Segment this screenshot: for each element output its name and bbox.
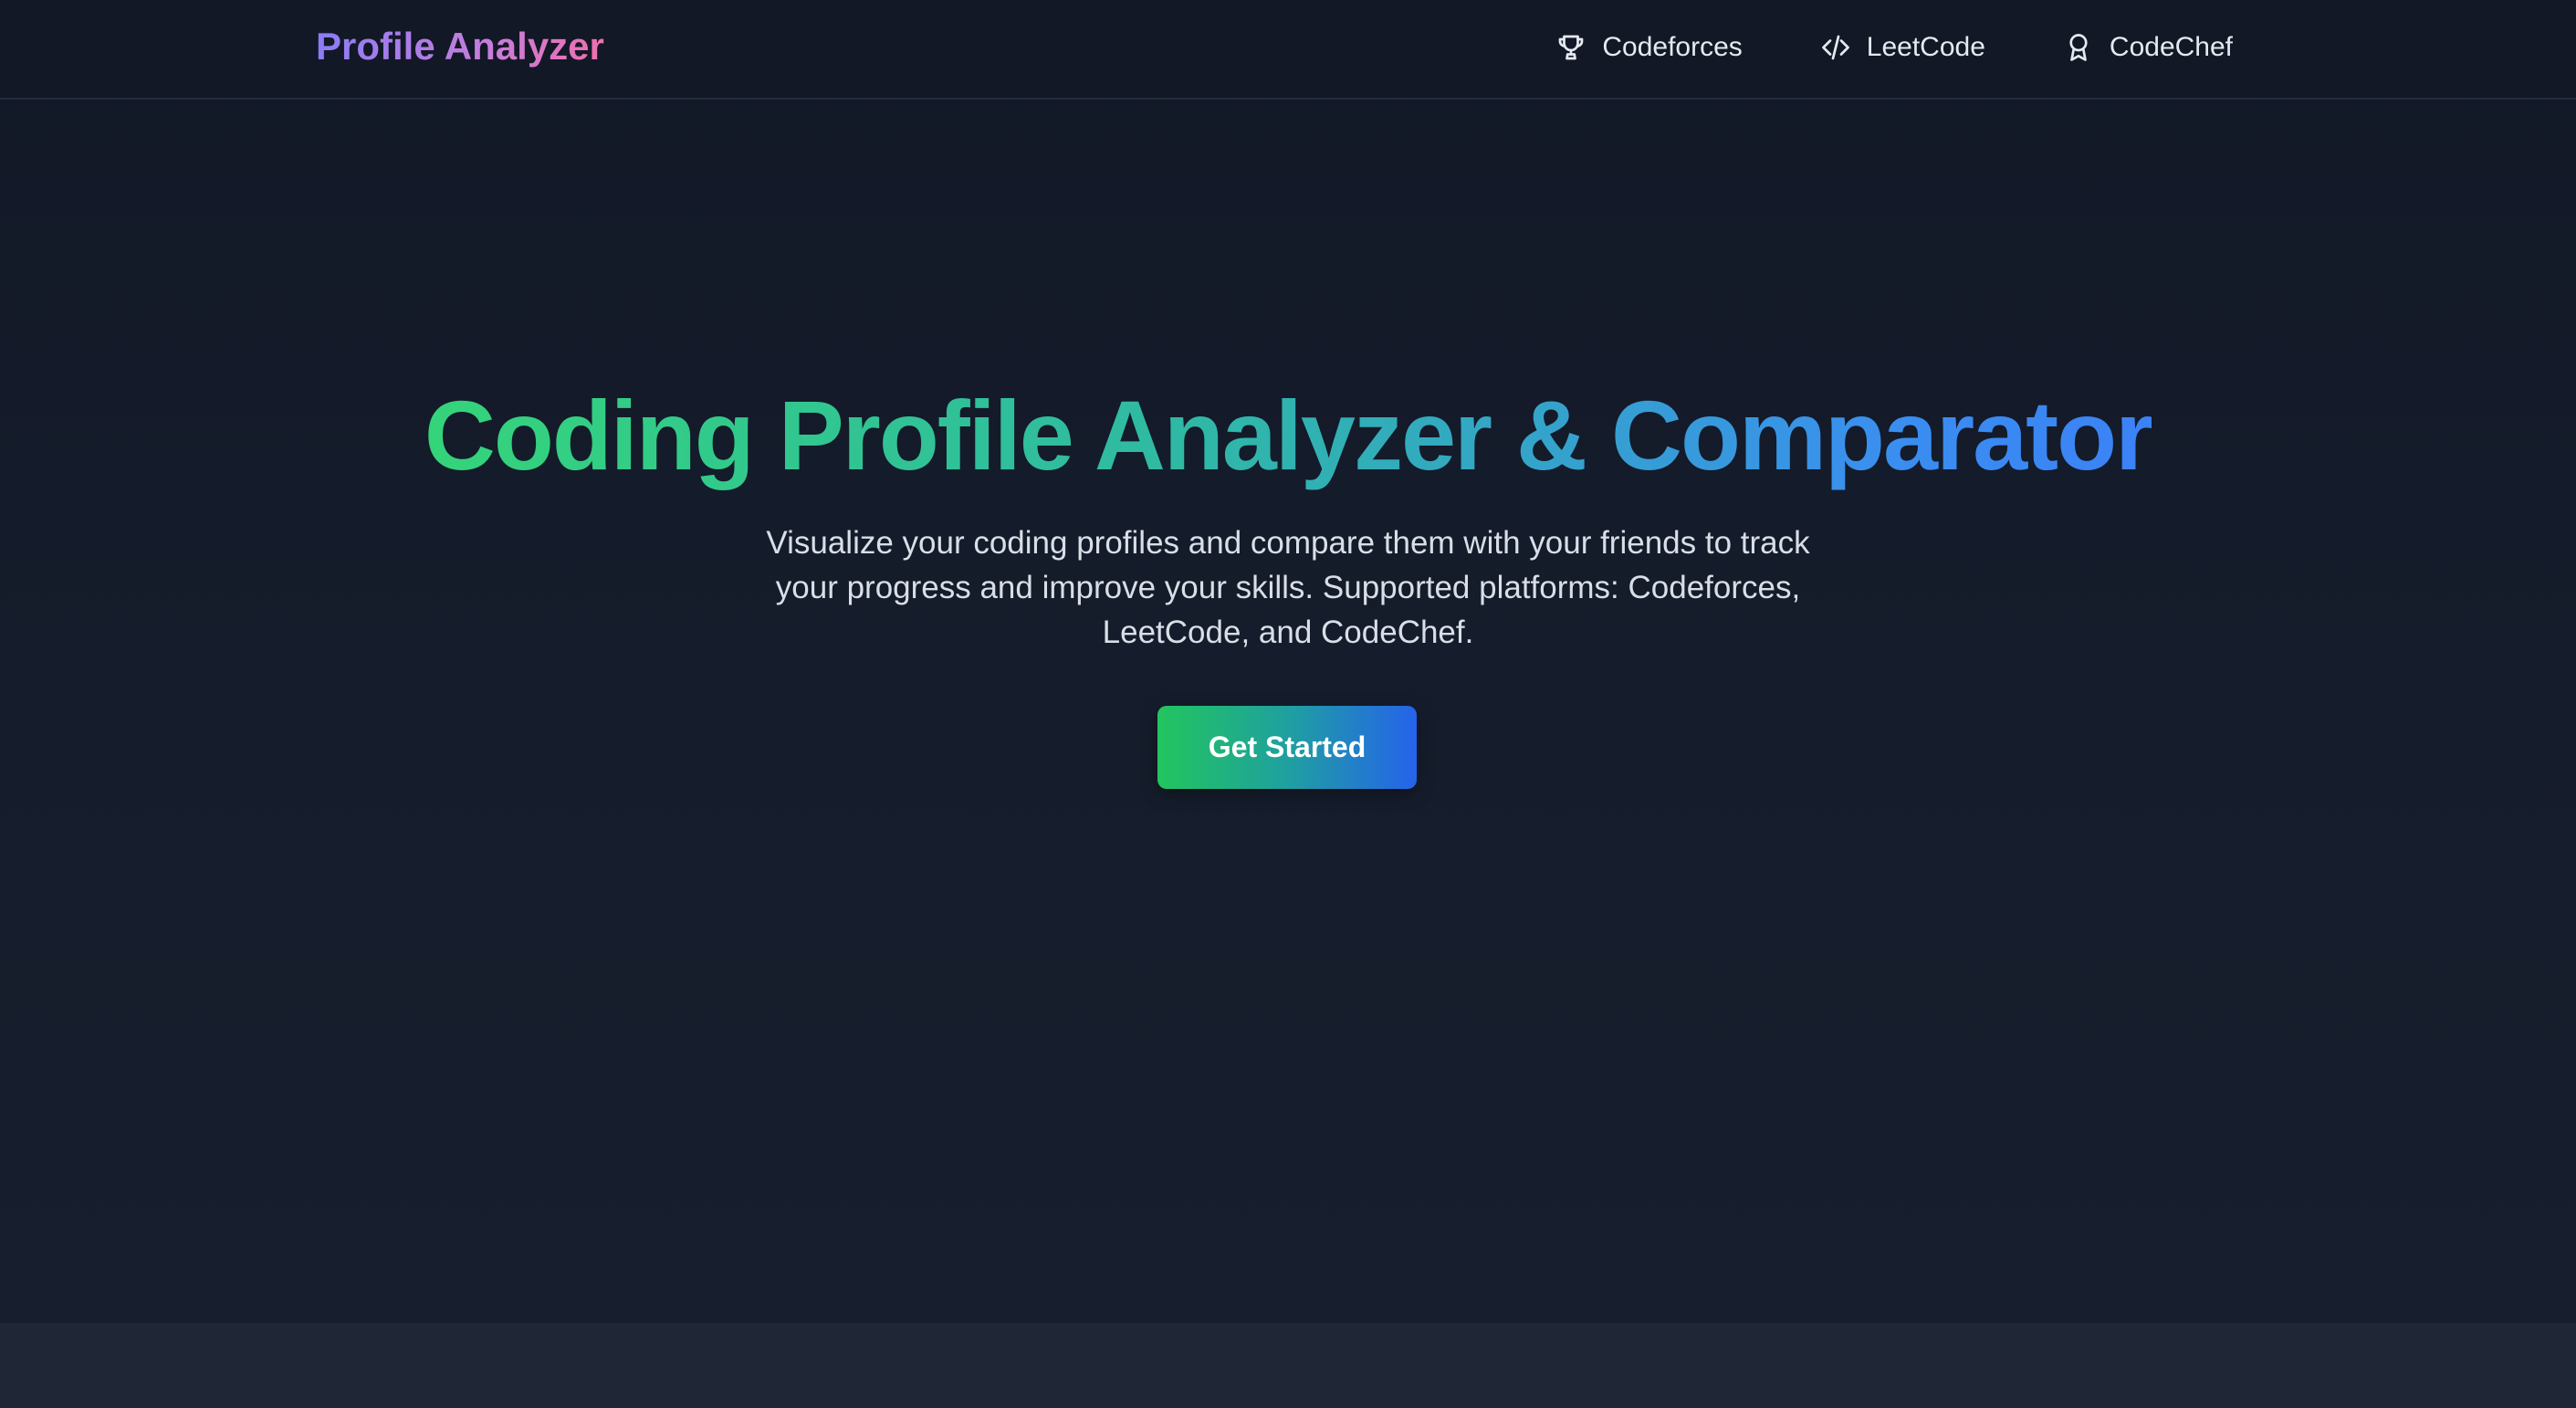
brand-logo[interactable]: Profile Analyzer bbox=[316, 22, 604, 71]
trophy-icon bbox=[1555, 31, 1587, 64]
nav-item-label: LeetCode bbox=[1866, 32, 1985, 62]
nav-item-label: CodeChef bbox=[2109, 32, 2233, 62]
code-icon bbox=[1819, 31, 1852, 64]
hero-subtitle: Visualize your coding profiles and compa… bbox=[766, 525, 1810, 650]
nav-item-codechef[interactable]: CodeChef bbox=[2062, 26, 2233, 69]
award-icon bbox=[2062, 31, 2095, 64]
hero-title: Coding Profile Analyzer & Comparator bbox=[0, 376, 2576, 495]
nav-item-leetcode[interactable]: LeetCode bbox=[1819, 26, 1985, 69]
nav-item-codeforces[interactable]: Codeforces bbox=[1555, 26, 1743, 69]
main-nav: Codeforces LeetCode CodeChef bbox=[1555, 26, 2233, 69]
hero-title-text: Coding Profile Analyzer & Comparator bbox=[424, 380, 2153, 490]
nav-item-label: Codeforces bbox=[1602, 32, 1743, 62]
page-background bbox=[0, 0, 2576, 1323]
get-started-button[interactable]: Get Started bbox=[1157, 706, 1417, 789]
navbar: Profile Analyzer Codeforces LeetCode Cod… bbox=[0, 0, 2576, 100]
footer-band bbox=[0, 1323, 2576, 1408]
